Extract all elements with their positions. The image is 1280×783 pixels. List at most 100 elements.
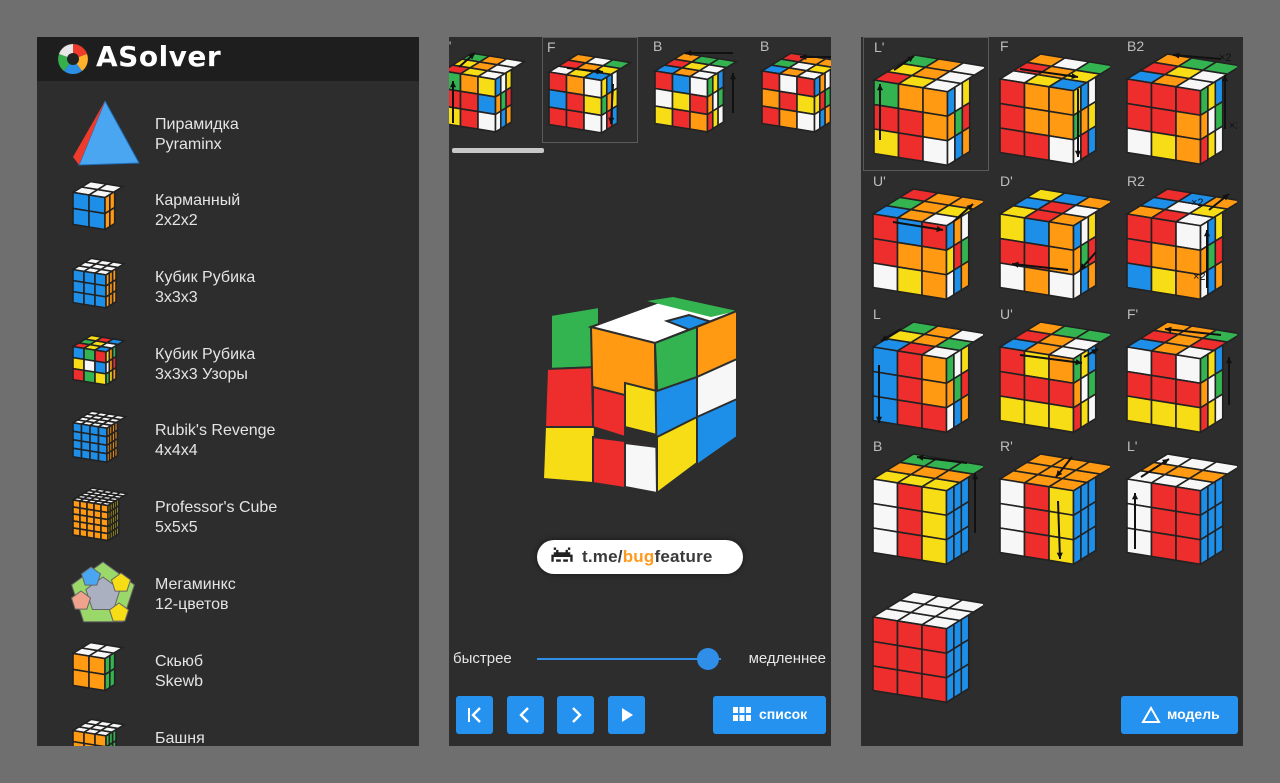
strip-step[interactable]: F (542, 37, 638, 143)
space-invader-icon (551, 547, 573, 562)
cube-state-icon (547, 53, 633, 135)
puzzle-subtitle: 3x3x3 (155, 289, 198, 306)
strip-step[interactable]: B (756, 37, 831, 141)
cube-4x4-icon (70, 410, 128, 464)
tower-icon (70, 718, 127, 746)
strip-step[interactable]: L' (449, 37, 531, 141)
app-bar: ASolver (37, 37, 419, 81)
cube-state-icon (998, 321, 1110, 434)
puzzle-item[interactable]: Скьюб Skewb (37, 632, 419, 708)
puzzle-subtitle: 2x2x2 (155, 212, 198, 229)
chevron-left-icon (519, 707, 529, 723)
solution-step[interactable]: F (990, 37, 1114, 169)
speed-faster-label: быстрее (453, 650, 512, 667)
strip-scrollbar[interactable] (452, 148, 544, 153)
puzzle-subtitle: 3x3x3 Узоры (155, 366, 248, 383)
cube-state-icon (872, 54, 984, 167)
solution-step[interactable]: B2×2×2 (1117, 37, 1241, 169)
list-button-label: список (759, 706, 808, 722)
repeat-marker: ×2 (1193, 271, 1206, 283)
puzzle-name: Башня (155, 730, 205, 746)
cube-3x3-icon (70, 257, 127, 310)
cube-state-icon (998, 453, 1110, 566)
skip-to-start-icon (468, 707, 481, 723)
puzzle-subtitle: 4x4x4 (155, 442, 198, 459)
cube-state-icon (871, 188, 983, 301)
puzzle-subtitle: 12-цветов (155, 596, 229, 613)
solution-step[interactable]: L' (863, 37, 989, 171)
app-title: ASolver (96, 40, 222, 73)
strip-step[interactable]: B (649, 37, 743, 141)
puzzle-list-screen: ASolver Пирамидка Pyraminx Карманный 2x2x2 К… (37, 37, 419, 746)
solution-step[interactable]: D' (990, 172, 1114, 304)
chevron-right-icon (572, 707, 582, 723)
speed-slower-label: медленнее (748, 650, 826, 667)
puzzle-name: Кубик Рубика (155, 269, 256, 286)
solution-step[interactable]: R2 ×2 ×2 (1117, 172, 1241, 304)
cube-state-icon (653, 49, 739, 134)
puzzle-name: Professor's Cube (155, 499, 278, 516)
cube-state-icon (1125, 321, 1237, 434)
repeat-marker: ×2 (1191, 197, 1204, 209)
puzzle-item[interactable]: Мегаминкс 12-цветов (37, 555, 419, 631)
play-icon (622, 708, 633, 722)
cube-5x5-icon (70, 487, 130, 542)
puzzle-name: Мегаминкс (155, 576, 236, 593)
puzzle-subtitle: Skewb (155, 673, 204, 690)
puzzle-name: Пирамидка (155, 116, 239, 133)
next-step-button[interactable] (557, 696, 594, 734)
bugfeature-text: t.me/bugfeature (582, 547, 713, 566)
triangle-outline-icon (1141, 706, 1161, 723)
repeat-marker: ×2 (1229, 120, 1237, 132)
previous-step-button[interactable] (507, 696, 544, 734)
cube-state-icon (1125, 453, 1237, 566)
cube-state-icon (871, 321, 983, 434)
puzzle-item[interactable]: Professor's Cube 5x5x5 (37, 478, 419, 554)
puzzle-subtitle: Pyraminx (155, 136, 222, 153)
solution-step[interactable]: L (863, 305, 987, 437)
puzzle-name: Кубик Рубика (155, 346, 256, 363)
puzzle-subtitle: 5x5x5 (155, 519, 198, 536)
cube-state-icon: ×2 ×2 (1125, 52, 1237, 166)
repeat-marker: ×2 (1219, 52, 1232, 64)
puzzle-item[interactable]: Кубик Рубика 3x3x3 Узоры (37, 325, 419, 401)
cube-state-icon (449, 52, 527, 134)
cube-state-icon (998, 188, 1110, 301)
cube-state-icon (998, 53, 1110, 166)
cube-state-icon (871, 591, 983, 704)
solution-step[interactable]: F' (1117, 305, 1241, 437)
puzzle-item[interactable]: Rubik's Revenge 4x4x4 (37, 401, 419, 477)
solution-step[interactable]: L' (1117, 437, 1241, 569)
skip-to-start-button[interactable] (456, 696, 493, 734)
solution-step[interactable]: R' (990, 437, 1114, 569)
puzzle-name: Скьюб (155, 653, 204, 670)
puzzle-name: Rubik's Revenge (155, 422, 276, 439)
solver-screen: L'FBB t.me/bugfeature быстрее медленнее (449, 37, 831, 746)
speed-slider-track[interactable] (537, 658, 721, 660)
puzzle-item[interactable]: Карманный 2x2x2 (37, 171, 419, 247)
cube-state-icon (760, 52, 831, 134)
puzzle-item[interactable]: Пирамидка Pyraminx (37, 95, 419, 171)
aperture-logo-icon (57, 43, 89, 75)
model-button-label: модель (1167, 706, 1220, 722)
puzzle-item[interactable]: Башня2x3x3 (37, 709, 419, 746)
cube-state-icon: ×2 ×2 (1125, 188, 1237, 301)
bugfeature-link[interactable]: t.me/bugfeature (537, 540, 743, 574)
solution-step[interactable]: B (863, 437, 987, 569)
model-button[interactable]: модель (1121, 696, 1238, 734)
solution-step[interactable]: U' (990, 305, 1114, 437)
grid-icon (733, 707, 751, 721)
puzzle-name: Карманный (155, 192, 241, 209)
cube-patterns-icon (70, 334, 127, 387)
play-button[interactable] (608, 696, 645, 734)
puzzle-item[interactable]: Кубик Рубика 3x3x3 (37, 248, 419, 324)
solution-step[interactable] (863, 575, 987, 707)
animated-cube (541, 295, 741, 495)
list-button[interactable]: список (713, 696, 826, 734)
solution-step[interactable]: U' (863, 172, 987, 304)
skewb-icon (70, 641, 125, 692)
pyraminx-icon (73, 101, 140, 166)
cube-2x2-icon (70, 180, 125, 231)
speed-slider-thumb[interactable] (697, 648, 720, 670)
cube-state-icon (871, 453, 983, 566)
